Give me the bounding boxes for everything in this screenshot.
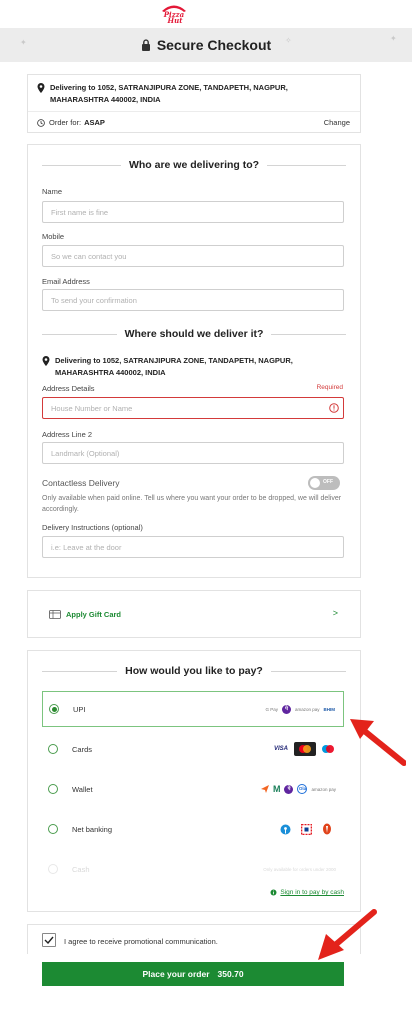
- delivery-address-line: Delivering to 1052, SATRANJIPURA ZONE, T…: [37, 82, 347, 106]
- payment-option-label: Cards: [72, 744, 93, 754]
- payment-option-cards[interactable]: Cards VISA: [42, 731, 344, 767]
- place-order-label: Place your order: [142, 969, 210, 979]
- chevron-right-icon: >: [332, 608, 338, 618]
- radio-button[interactable]: [49, 704, 59, 714]
- card-brand-icons: VISA: [272, 742, 336, 756]
- contactless-help: Only available when paid online. Tell us…: [42, 495, 342, 513]
- payment-option-label: UPI: [73, 704, 86, 714]
- radio-button[interactable]: [48, 744, 58, 754]
- address-details-label: Address Details: [42, 384, 95, 393]
- mobikwik-icon: M: [272, 784, 281, 794]
- location-pin-icon: [37, 83, 45, 93]
- contactless-label: Contactless Delivery: [42, 478, 120, 488]
- phonepe-icon: पे: [284, 784, 294, 794]
- decor-sparkle-icon: ✦: [20, 38, 27, 47]
- gift-card-row[interactable]: Apply Gift Card >: [27, 590, 361, 638]
- name-label: Name: [42, 187, 63, 196]
- payment-option-upi[interactable]: UPI G Pay पे amazon pay BHIM: [42, 691, 344, 727]
- payment-option-label: Wallet: [72, 784, 93, 794]
- delivery-summary-card: Delivering to 1052, SATRANJIPURA ZONE, T…: [27, 74, 361, 133]
- payment-option-wallet[interactable]: Wallet M पे Ola amazon pay: [42, 771, 344, 807]
- apply-gift-card-label: Apply Gift Card: [66, 610, 122, 619]
- signin-cash-link[interactable]: Sign in to pay by cash: [270, 889, 344, 896]
- wallet-brand-icons: M पे Ola amazon pay: [260, 784, 336, 794]
- bank-brand-icons: [280, 823, 332, 835]
- payment-option-netbanking[interactable]: Net banking: [42, 811, 344, 847]
- lock-icon: [141, 39, 150, 51]
- decor-sparkle-icon: ✧: [285, 36, 292, 45]
- email-input[interactable]: [42, 289, 344, 311]
- contactless-toggle[interactable]: OFF: [308, 476, 340, 490]
- change-order-time-link[interactable]: Change: [324, 118, 350, 127]
- svg-text:Hut: Hut: [167, 16, 184, 24]
- sbi-icon: [280, 824, 291, 834]
- toggle-state: OFF: [323, 479, 333, 485]
- order-for-value: ASAP: [84, 118, 105, 127]
- payment-card: How would you like to pay? UPI G Pay पे …: [27, 650, 361, 912]
- phonepe-icon: पे: [281, 704, 291, 714]
- consent-label: I agree to receive promotional communica…: [64, 937, 218, 946]
- delivering-prefix: Delivering: [50, 83, 87, 92]
- mobile-input[interactable]: [42, 245, 344, 267]
- page-title: Secure Checkout: [156, 37, 272, 53]
- info-icon: [270, 889, 277, 896]
- checkmark-icon: [44, 936, 54, 944]
- name-input[interactable]: [42, 201, 344, 223]
- delivery-address: to 1052, SATRANJIPURA ZONE, TANDAPETH, N…: [50, 83, 288, 104]
- radio-button[interactable]: [48, 824, 58, 834]
- signin-cash-label: Sign in to pay by cash: [280, 889, 344, 896]
- place-order-button[interactable]: Place your order 350.70: [42, 962, 344, 986]
- contact-heading: Who are we delivering to?: [42, 159, 347, 171]
- upi-brand-icons: G Pay पे amazon pay BHIM: [265, 704, 336, 714]
- address-line2-label: Address Line 2: [42, 430, 93, 439]
- payment-option-label: Cash: [72, 864, 90, 874]
- pizza-hut-logo: Pizza Hut: [162, 5, 186, 24]
- maestro-icon: [322, 745, 334, 753]
- order-total: 350.70: [217, 969, 244, 979]
- error-icon: [329, 403, 339, 413]
- gpay-icon: G Pay: [265, 706, 278, 712]
- delivering-prefix: Delivering: [55, 356, 92, 365]
- email-label: Email Address: [42, 277, 90, 286]
- amazon-pay-icon: amazon pay: [311, 786, 336, 792]
- amazon-pay-icon: amazon pay: [294, 706, 320, 712]
- address-details-input[interactable]: [42, 397, 344, 419]
- address-heading: Where should we deliver it?: [42, 328, 347, 340]
- delivery-address: to 1052, SATRANJIPURA ZONE, TANDAPETH, N…: [55, 356, 293, 377]
- annotation-arrow-icon: [350, 719, 406, 766]
- bhim-icon: BHIM: [323, 706, 336, 712]
- delivery-details-card: Who are we delivering to? Name Mobile Em…: [27, 144, 361, 578]
- address-line2-input[interactable]: [42, 442, 344, 464]
- checkout-header: ✦ ✦ ✧ Secure Checkout: [0, 28, 412, 62]
- payment-option-label: Net banking: [72, 824, 113, 834]
- instructions-label: Delivery Instructions (optional): [42, 523, 143, 532]
- order-for-label: Order for:: [49, 118, 82, 127]
- radio-button[interactable]: [48, 784, 58, 794]
- order-for-row: Order for: ASAP: [37, 118, 105, 127]
- ola-money-icon: Ola: [297, 784, 308, 794]
- mastercard-icon: [294, 742, 316, 756]
- visa-icon: VISA: [273, 745, 288, 752]
- decor-sparkle-icon: ✦: [390, 34, 397, 43]
- hdfc-icon: [301, 823, 312, 835]
- location-pin-icon: [42, 356, 50, 366]
- address-delivering-line: Delivering to 1052, SATRANJIPURA ZONE, T…: [42, 355, 348, 379]
- instructions-input[interactable]: [42, 536, 344, 558]
- gift-card-icon: [49, 610, 61, 619]
- radio-button: [48, 864, 58, 874]
- annotation-arrow-icon: [318, 909, 377, 960]
- freecharge-icon: [260, 785, 269, 793]
- payment-option-cash: Cash Only available for orders under 200…: [42, 851, 344, 887]
- divider: [28, 111, 360, 112]
- clock-icon: [37, 118, 45, 127]
- required-label: Required: [316, 384, 343, 391]
- icici-icon: [323, 823, 331, 835]
- mobile-label: Mobile: [42, 232, 65, 241]
- consent-row: I agree to receive promotional communica…: [27, 924, 361, 954]
- consent-checkbox[interactable]: [42, 933, 56, 947]
- payment-heading: How would you like to pay?: [42, 665, 346, 677]
- cash-note: Only available for orders under 2000: [263, 866, 336, 872]
